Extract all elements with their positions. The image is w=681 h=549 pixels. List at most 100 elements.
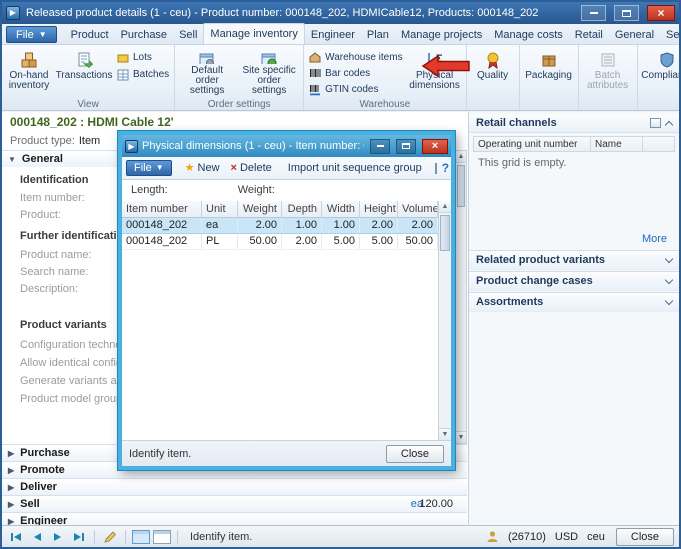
scroll-down-icon[interactable]: ▼ xyxy=(456,431,466,443)
packaging-button[interactable]: Packaging xyxy=(523,47,575,97)
maximize-button[interactable] xyxy=(614,5,639,21)
tab-plan[interactable]: Plan xyxy=(361,25,395,44)
chevron-down-icon: ▼ xyxy=(156,164,164,172)
factbox-pane: Retail channels Operating unit number Na… xyxy=(468,112,679,525)
tab-product[interactable]: Product xyxy=(65,25,115,44)
company-label[interactable]: ceu xyxy=(587,531,605,543)
column-item-number[interactable]: Item number xyxy=(122,201,202,218)
dialog-toolbar: File ▼ ★ New × Delete Import unit sequen… xyxy=(122,157,451,180)
tab-purchase[interactable]: Purchase xyxy=(115,25,173,44)
dialog-close-action-button[interactable]: Close xyxy=(386,445,444,463)
grid-view-toggle[interactable] xyxy=(132,530,150,544)
column-depth[interactable]: Depth xyxy=(282,201,322,218)
first-record-button[interactable] xyxy=(7,529,25,545)
dialog-minimize-button[interactable] xyxy=(370,139,390,154)
column-weight[interactable]: Weight xyxy=(238,201,282,218)
tag-icon xyxy=(117,52,129,64)
fasttab-deliver[interactable]: ▶ Deliver xyxy=(2,478,467,495)
edit-record-button[interactable] xyxy=(101,529,119,545)
tab-manage-projects[interactable]: Manage projects xyxy=(395,25,488,44)
tab-manage-costs[interactable]: Manage costs xyxy=(488,25,568,44)
lots-button[interactable]: Lots xyxy=(115,50,171,65)
import-unit-sequence-group-button[interactable]: Import unit sequence group xyxy=(285,162,425,174)
chevron-down-icon[interactable] xyxy=(665,255,673,263)
file-menu-button[interactable]: File ▼ xyxy=(6,26,57,43)
factbox-assortments[interactable]: Assortments xyxy=(469,292,679,312)
warehouse-icon xyxy=(309,51,321,63)
chevron-down-icon[interactable] xyxy=(665,276,673,284)
ribbon: On-hand inventory Transactions Lots Batc… xyxy=(2,45,679,111)
dialog-file-menu-button[interactable]: File ▼ xyxy=(126,160,172,176)
fasttab-sell[interactable]: ▶ Sell ea 120.00 xyxy=(2,495,467,512)
quality-button[interactable]: Quality xyxy=(470,47,516,97)
factbox-retail-channels-header[interactable]: Retail channels xyxy=(469,114,679,133)
minimize-button[interactable] xyxy=(581,5,606,21)
default-order-settings-button[interactable]: Default order settings xyxy=(178,47,236,97)
group-label-warehouse: Warehouse xyxy=(304,99,465,110)
delete-button[interactable]: × Delete xyxy=(228,162,275,174)
column-height[interactable]: Height xyxy=(360,201,398,218)
more-link[interactable]: More xyxy=(642,233,667,245)
factbox-related-product-variants[interactable]: Related product variants xyxy=(469,250,679,270)
tab-manage-inventory[interactable]: Manage inventory xyxy=(203,23,304,44)
chevron-right-icon: ▶ xyxy=(8,466,14,475)
ribbon-group-batch-attributes: Batch attributes xyxy=(579,45,638,110)
maximize-icon xyxy=(402,143,410,149)
bar-codes-button[interactable]: Bar codes xyxy=(307,66,404,80)
scroll-up-icon[interactable]: ▲ xyxy=(439,201,451,213)
next-record-icon xyxy=(51,531,65,543)
annotation-arrow xyxy=(421,53,471,79)
chevron-down-icon[interactable] xyxy=(665,297,673,305)
factbox-product-change-cases[interactable]: Product change cases xyxy=(469,271,679,291)
minimize-icon xyxy=(377,145,384,147)
open-form-icon[interactable] xyxy=(650,118,661,128)
main-vertical-scrollbar[interactable]: ▲ ▼ xyxy=(455,150,467,444)
column-volume[interactable]: Volume xyxy=(398,201,438,218)
scrollbar-thumb[interactable] xyxy=(457,165,465,207)
gtin-codes-button[interactable]: GTIN codes xyxy=(307,83,404,97)
table-row[interactable]: 000148_202 PL 50.00 2.00 5.00 5.00 50.00 xyxy=(122,234,438,250)
tab-retail[interactable]: Retail xyxy=(569,25,609,44)
on-hand-inventory-button[interactable]: On-hand inventory xyxy=(5,47,53,97)
details-view-toggle[interactable] xyxy=(153,530,171,544)
site-specific-order-settings-button[interactable]: Site specific order settings xyxy=(238,47,300,97)
scrollbar-thumb[interactable] xyxy=(440,215,450,251)
batches-button[interactable]: Batches xyxy=(115,67,171,82)
pencil-icon xyxy=(103,530,117,543)
dialog-maximize-button[interactable] xyxy=(396,139,416,154)
previous-record-button[interactable] xyxy=(28,529,46,545)
column-width[interactable]: Width xyxy=(322,201,360,218)
item-number-label: Item number: xyxy=(20,192,85,204)
boxes-icon xyxy=(20,51,38,69)
tab-sell[interactable]: Sell xyxy=(173,25,203,44)
grid-vertical-scrollbar[interactable]: ▲ ▼ xyxy=(438,201,451,440)
help-icon[interactable]: ? xyxy=(442,161,449,175)
transactions-button[interactable]: Transactions xyxy=(55,47,113,97)
compliance-button[interactable]: Complian... xyxy=(641,47,681,97)
warehouse-items-button[interactable]: Warehouse items xyxy=(307,50,404,64)
next-record-button[interactable] xyxy=(49,529,67,545)
column-operating-unit-number[interactable]: Operating unit number xyxy=(473,136,591,152)
ribbon-group-compliance: Complian... xyxy=(638,45,681,110)
tab-setup[interactable]: Setup xyxy=(660,25,681,44)
scroll-down-icon[interactable]: ▼ xyxy=(439,428,451,440)
window-title: Released product details (1 - ceu) - Pro… xyxy=(26,7,573,19)
close-window-button[interactable]: Close xyxy=(616,528,674,546)
grid-view-icon[interactable] xyxy=(435,163,437,174)
ribbon-tab-row: File ▼ Product Purchase Sell Manage inve… xyxy=(2,24,679,45)
new-button[interactable]: ★ New xyxy=(182,162,223,174)
previous-record-icon xyxy=(30,531,44,543)
tab-engineer[interactable]: Engineer xyxy=(305,25,361,44)
group-label-view: View xyxy=(2,99,174,110)
sell-price-value: 120.00 xyxy=(419,498,453,510)
tab-general[interactable]: General xyxy=(609,25,660,44)
scroll-up-icon[interactable]: ▲ xyxy=(456,151,466,163)
currency-label[interactable]: USD xyxy=(555,531,578,543)
last-record-button[interactable] xyxy=(70,529,88,545)
close-button[interactable]: × xyxy=(647,5,675,21)
table-row[interactable]: 000148_202 ea 2.00 1.00 1.00 2.00 2.00 xyxy=(122,218,438,234)
column-unit[interactable]: Unit xyxy=(202,201,238,218)
chevron-up-icon[interactable] xyxy=(665,120,673,128)
dialog-close-button[interactable]: × xyxy=(422,139,448,154)
column-name[interactable]: Name xyxy=(591,136,643,152)
